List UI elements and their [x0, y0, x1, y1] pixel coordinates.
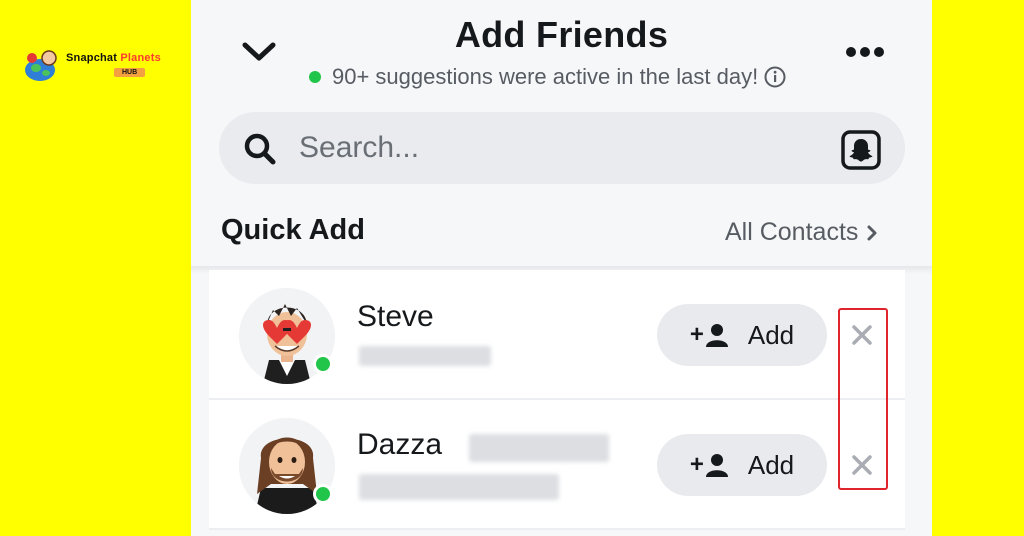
surname-blurred	[469, 434, 609, 462]
add-friend-button[interactable]: + Add	[657, 434, 827, 496]
plus-icon: +	[689, 321, 704, 348]
friend-name: Dazza	[357, 428, 443, 461]
search-icon	[244, 133, 276, 165]
add-button-label: Add	[747, 449, 795, 480]
quick-add-list: Steve + Add Dazza + Add	[191, 270, 932, 536]
add-friend-button[interactable]: + Add	[657, 304, 827, 366]
username-blurred	[359, 474, 559, 500]
add-button-label: Add	[747, 319, 795, 350]
add-friends-screen: Add Friends 90+ suggestions were active …	[191, 0, 932, 536]
snapcode-icon[interactable]	[841, 130, 881, 170]
chevron-right-icon	[867, 225, 877, 240]
person-icon	[705, 454, 728, 477]
person-icon	[705, 324, 728, 347]
online-status-dot	[313, 354, 333, 374]
all-contacts-link[interactable]: All Contacts	[725, 218, 878, 247]
list-item[interactable]: Dazza + Add	[209, 400, 905, 530]
header: Add Friends 90+ suggestions were active …	[191, 0, 932, 268]
search-bar[interactable]	[219, 112, 905, 184]
quick-add-title: Quick Add	[221, 214, 365, 246]
watermark-logo: Snapchat Planets HUB	[22, 44, 190, 84]
username-blurred	[359, 346, 491, 366]
dismiss-highlight-box	[838, 308, 888, 490]
info-icon[interactable]	[764, 66, 786, 88]
list-item[interactable]: Steve + Add	[209, 270, 905, 400]
online-status-dot	[313, 484, 333, 504]
online-dot-icon	[309, 71, 321, 83]
watermark-title: Snapchat Planets	[66, 52, 161, 64]
globe-mascot-icon	[25, 50, 57, 81]
page-title: Add Friends	[454, 14, 669, 55]
active-suggestions-note: 90+ suggestions were active in the last …	[309, 64, 786, 90]
friend-name: Steve	[357, 300, 434, 333]
more-dots-icon[interactable]	[845, 44, 885, 60]
subtitle-text: 90+ suggestions were active in the last …	[332, 64, 759, 89]
all-contacts-label: All Contacts	[725, 218, 859, 246]
watermark-badge: HUB	[114, 68, 146, 77]
plus-icon: +	[689, 451, 704, 478]
search-input[interactable]	[299, 126, 799, 170]
